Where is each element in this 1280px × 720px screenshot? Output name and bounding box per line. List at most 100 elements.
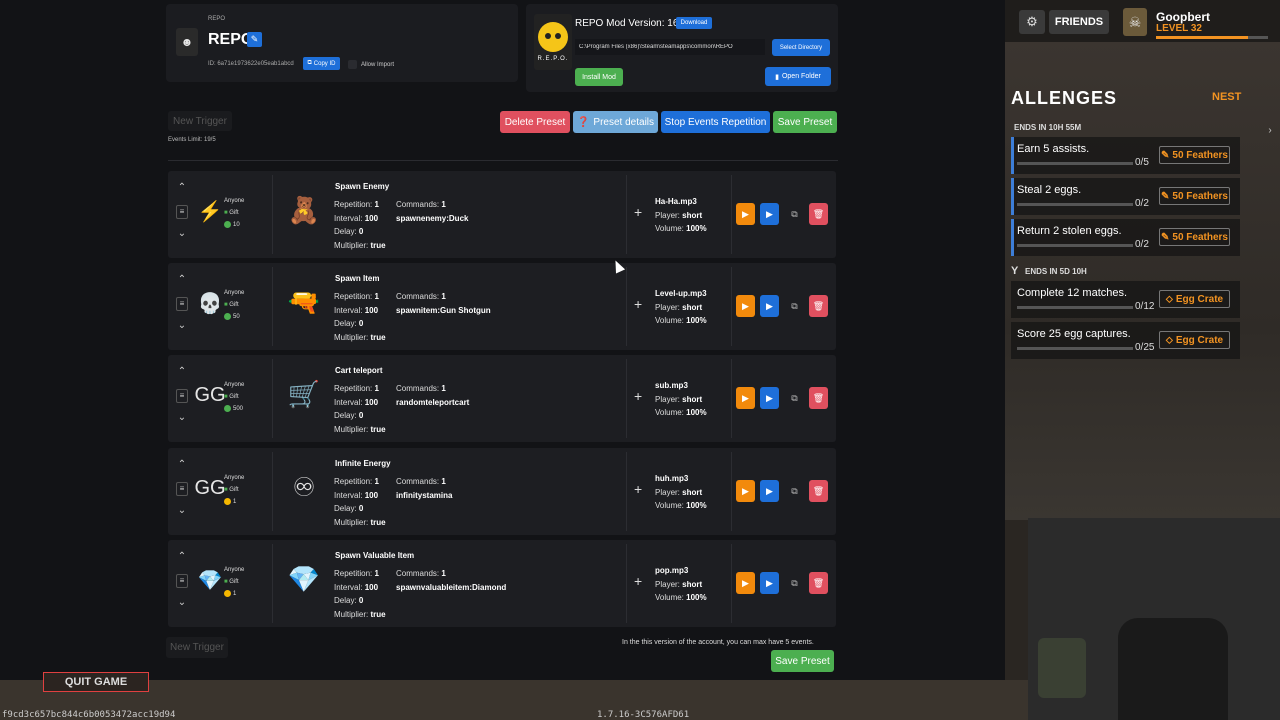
accent-bar xyxy=(1011,219,1014,256)
copy-icon[interactable]: ⧉ xyxy=(785,480,804,502)
accent-bar xyxy=(1011,178,1014,215)
add-sound-icon[interactable]: + xyxy=(634,204,642,220)
play-sound-button[interactable]: ▶ xyxy=(760,387,779,409)
select-directory-button[interactable]: Select Directory xyxy=(772,39,830,56)
limit-note: In the this version of the account, you … xyxy=(622,639,814,646)
test-play-button[interactable]: ▶ xyxy=(736,295,755,317)
challenge-text: Earn 5 assists. xyxy=(1017,143,1090,155)
coin-icon xyxy=(224,312,231,320)
trigger-image: ♾ xyxy=(292,471,316,502)
challenge-item: Score 25 egg captures. 0/25 ⬦ Egg Crate xyxy=(1011,322,1240,359)
download-button[interactable]: Download xyxy=(676,17,712,29)
new-trigger-button[interactable]: New Trigger xyxy=(168,111,232,131)
move-up-icon[interactable]: ⌃ xyxy=(176,366,188,377)
trigger-who: Anyone xyxy=(224,567,245,573)
avatar[interactable]: ☠ xyxy=(1123,8,1147,36)
label: Delay: xyxy=(334,596,357,605)
trigger-commands: Commands: 1 spawnenemy:Duck xyxy=(396,198,468,225)
label: Multiplier: xyxy=(334,424,369,434)
move-down-icon[interactable]: ⌄ xyxy=(176,597,188,608)
save-preset-button-bottom[interactable]: Save Preset xyxy=(771,650,834,672)
player-value: short xyxy=(682,487,703,497)
move-up-icon[interactable]: ⌃ xyxy=(176,459,188,470)
delete-trigger-button[interactable]: 🗑 xyxy=(809,295,828,317)
test-play-button[interactable]: ▶ xyxy=(736,203,755,225)
move-down-icon[interactable]: ⌄ xyxy=(176,412,188,423)
move-up-icon[interactable]: ⌃ xyxy=(176,182,188,193)
accent-bar xyxy=(1011,137,1014,174)
challenge-item: Complete 12 matches. 0/12 ⬦ Egg Crate xyxy=(1011,281,1240,318)
move-down-icon[interactable]: ⌄ xyxy=(176,505,188,516)
reward-label: Egg Crate xyxy=(1175,334,1224,346)
quit-game-button[interactable]: QUIT GAME xyxy=(43,672,149,692)
trigger-type: ■ Gift xyxy=(224,302,239,308)
drag-handle-icon[interactable]: ≡ xyxy=(176,205,188,219)
copy-icon[interactable]: ⧉ xyxy=(785,387,804,409)
label: Player: xyxy=(655,394,680,404)
move-down-icon[interactable]: ⌄ xyxy=(176,228,188,239)
copy-id-label: Copy ID xyxy=(313,60,336,67)
delete-trigger-button[interactable]: 🗑 xyxy=(809,387,828,409)
trigger-sound: pop.mp3 Player: short Volume: 100% xyxy=(655,564,707,605)
drag-handle-icon[interactable]: ≡ xyxy=(176,574,188,588)
open-folder-button[interactable]: ▮ Open Folder xyxy=(765,67,831,86)
challenge-text: Score 25 egg captures. xyxy=(1017,328,1131,340)
play-sound-button[interactable]: ▶ xyxy=(760,203,779,225)
install-mod-button[interactable]: Install Mod xyxy=(575,68,623,86)
preset-details-label: Preset details xyxy=(593,116,655,128)
commands-count: 1 xyxy=(441,384,446,393)
play-sound-button[interactable]: ▶ xyxy=(760,295,779,317)
gear-icon[interactable]: ⚙ xyxy=(1019,10,1045,34)
move-up-icon[interactable]: ⌃ xyxy=(176,551,188,562)
drag-handle-icon[interactable]: ≡ xyxy=(176,482,188,496)
allow-import-label: Allow Import xyxy=(361,61,395,68)
volume-value: 100% xyxy=(686,224,707,233)
copy-icon[interactable]: ⧉ xyxy=(785,572,804,594)
copy-icon[interactable]: ⧉ xyxy=(785,295,804,317)
reward-badge: ✎ 50 Feathers xyxy=(1159,187,1230,205)
add-sound-icon[interactable]: + xyxy=(634,481,642,497)
xp-bar xyxy=(1156,36,1268,39)
directory-path-input[interactable] xyxy=(575,39,765,55)
delete-trigger-button[interactable]: 🗑 xyxy=(809,203,828,225)
chevron-right-icon[interactable]: › xyxy=(1262,110,1278,150)
drag-handle-icon[interactable]: ≡ xyxy=(176,297,188,311)
allow-import-checkbox[interactable]: Allow Import xyxy=(348,60,394,69)
move-down-icon[interactable]: ⌄ xyxy=(176,320,188,331)
challenge-progress: 0/2 xyxy=(1135,239,1149,250)
add-sound-icon[interactable]: + xyxy=(634,573,642,589)
repetition-value: 1 xyxy=(374,569,379,578)
delete-trigger-button[interactable]: 🗑 xyxy=(809,572,828,594)
move-up-icon[interactable]: ⌃ xyxy=(176,274,188,285)
test-play-button[interactable]: ▶ xyxy=(736,480,755,502)
stop-events-button[interactable]: Stop Events Repetition xyxy=(661,111,770,133)
copy-icon[interactable]: ⧉ xyxy=(785,203,804,225)
preset-details-button[interactable]: ❓ Preset details xyxy=(573,111,658,133)
drag-handle-icon[interactable]: ≡ xyxy=(176,389,188,403)
friends-button[interactable]: FRIENDS xyxy=(1049,10,1109,34)
edit-icon[interactable]: ✎ xyxy=(247,32,262,47)
play-sound-button[interactable]: ▶ xyxy=(760,480,779,502)
delete-preset-button[interactable]: Delete Preset xyxy=(500,111,570,133)
test-play-button[interactable]: ▶ xyxy=(736,387,755,409)
repetition-value: 1 xyxy=(374,384,379,393)
checkbox-icon[interactable] xyxy=(348,60,357,69)
save-preset-button[interactable]: Save Preset xyxy=(773,111,837,133)
label: Volume: xyxy=(655,408,684,417)
delete-trigger-button[interactable]: 🗑 xyxy=(809,480,828,502)
test-play-button[interactable]: ▶ xyxy=(736,572,755,594)
new-trigger-button-bottom[interactable]: New Trigger xyxy=(166,637,228,658)
trigger-settings: Repetition: 1 Interval: 100 Delay: 0 Mul… xyxy=(334,198,386,252)
trigger-type: ■ Gift xyxy=(224,579,239,585)
add-sound-icon[interactable]: + xyxy=(634,388,642,404)
add-sound-icon[interactable]: + xyxy=(634,296,642,312)
copy-id-button[interactable]: ⧉ Copy ID xyxy=(303,57,340,70)
nest-tab[interactable]: NEST xyxy=(1212,91,1241,103)
game-background xyxy=(1005,40,1280,520)
divider xyxy=(168,160,838,161)
trigger-type-label: Gift xyxy=(229,210,239,216)
play-sound-button[interactable]: ▶ xyxy=(760,572,779,594)
command-text: spawnenemy:Duck xyxy=(396,213,469,223)
sound-file: Level-up.mp3 xyxy=(655,289,707,298)
coin-icon xyxy=(224,589,231,597)
